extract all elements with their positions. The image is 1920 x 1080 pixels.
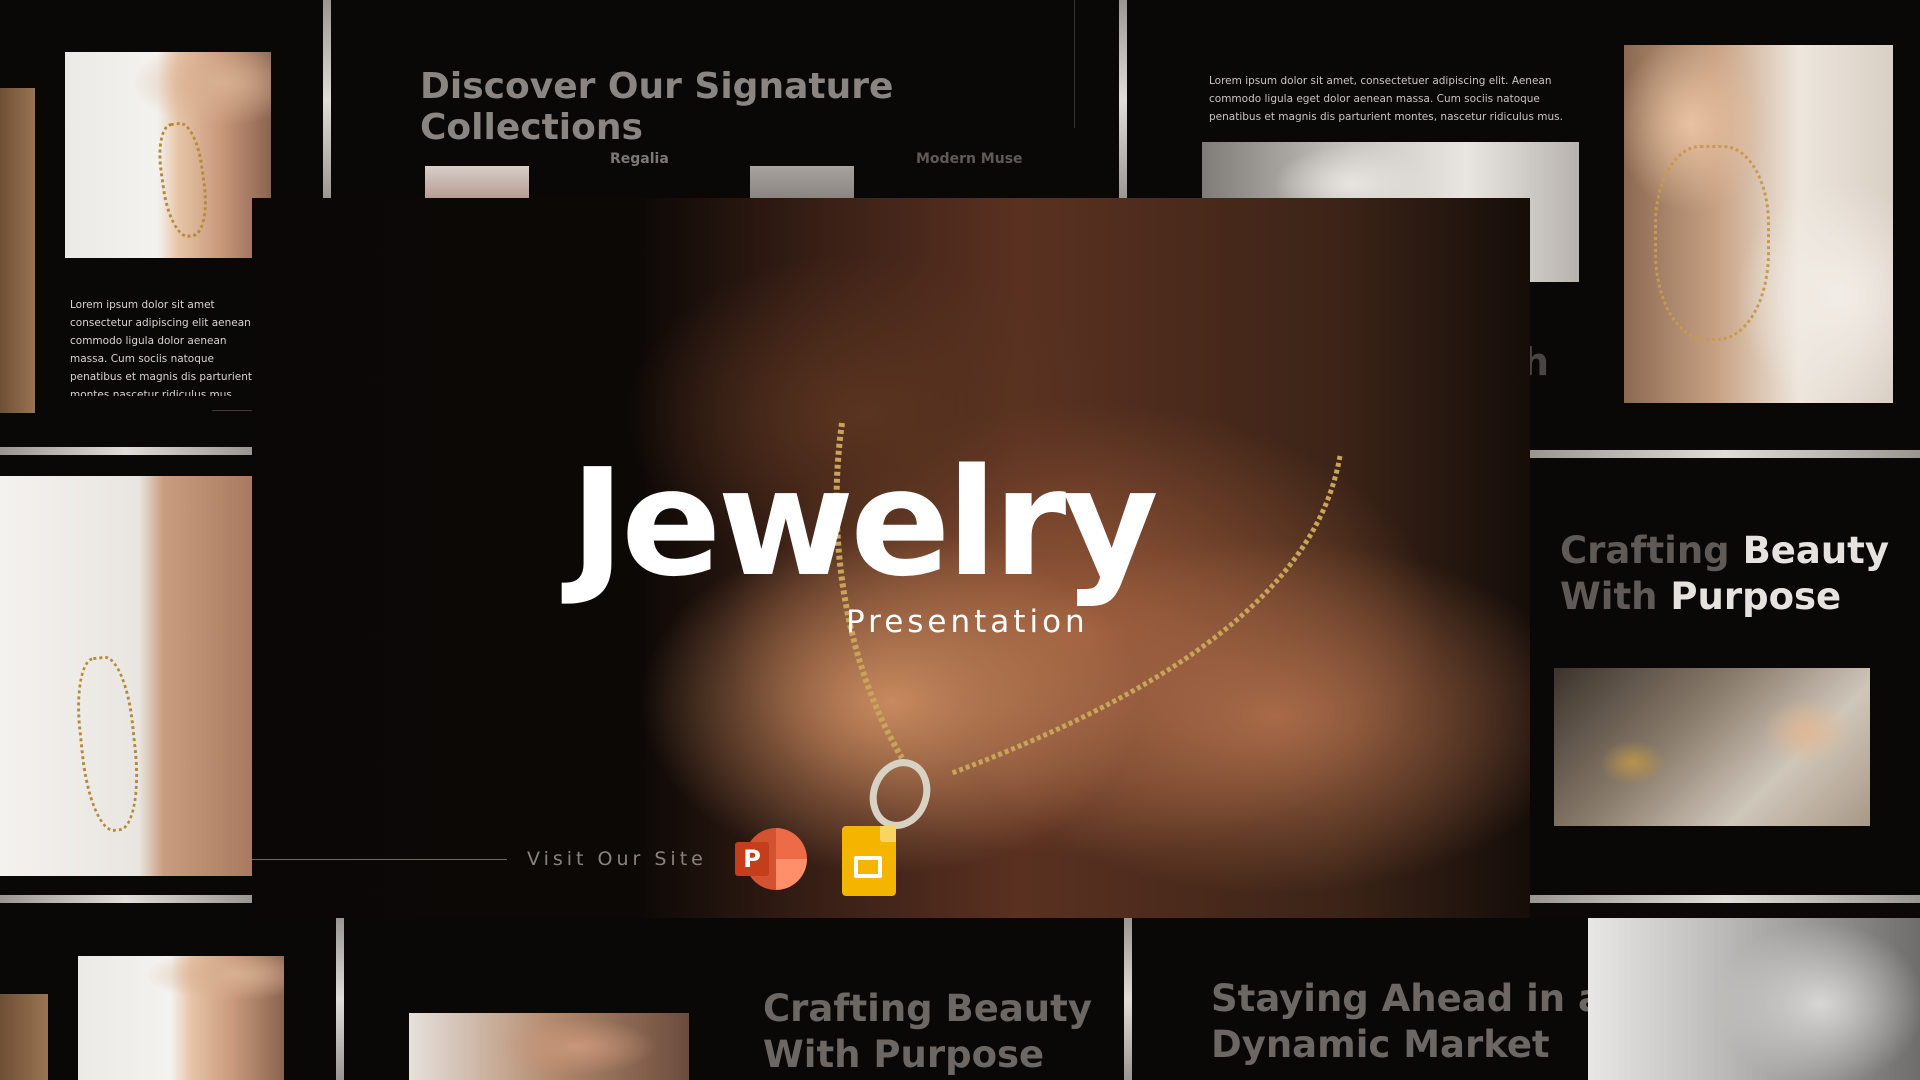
slide-thumb-top-center: Discover Our Signature Collections Regal… — [332, 0, 1118, 200]
photo-woman-hand-face — [409, 1013, 689, 1080]
slide-border — [323, 0, 331, 200]
powerpoint-letter: P — [735, 842, 769, 876]
photo-woman-necklace — [1624, 45, 1893, 403]
crafting-title-bottom: Crafting Beauty With Purpose — [763, 986, 1092, 1078]
staying-ahead-title: Staying Ahead in a Dynamic Market — [1211, 976, 1603, 1068]
photo-modern-muse-thumb — [750, 166, 854, 200]
title-line: With Purpose — [763, 1033, 1045, 1076]
title-line: Staying Ahead in a — [1211, 977, 1603, 1020]
photo-jeweler-hands — [1554, 668, 1870, 826]
title-word-light: With — [1560, 575, 1658, 618]
title-line: Crafting Beauty — [763, 987, 1092, 1030]
slide-border — [1119, 0, 1127, 200]
slide-thumb-bottom-right: Staying Ahead in a Dynamic Market — [1133, 918, 1920, 1080]
title-word-bold: Beauty — [1742, 529, 1889, 572]
slide-border — [1530, 450, 1920, 458]
photo-wrist-bracelet-large — [0, 476, 252, 876]
slide-thumb-left-mid — [0, 456, 252, 894]
visit-site-link[interactable]: Visit Our Site — [527, 848, 707, 870]
hero-subtitle: Presentation — [846, 604, 1089, 640]
title-line: Dynamic Market — [1211, 1023, 1550, 1066]
title-word-light: Crafting — [1560, 529, 1730, 572]
hero-slide: Jewelry Presentation Visit Our Site P — [252, 198, 1530, 918]
cta-divider — [252, 859, 507, 860]
slide-border — [336, 918, 344, 1080]
title-word-bold: Purpose — [1670, 575, 1842, 618]
slide-thumb-bottom-left — [0, 904, 335, 1080]
crafting-title-right: Crafting Beauty With Purpose — [1560, 528, 1889, 620]
slide-border — [1530, 895, 1920, 903]
slide-thumb-right-mid: Crafting Beauty With Purpose — [1530, 458, 1920, 894]
hero-title: Jewelry — [570, 437, 1159, 609]
lorem-body-left: Lorem ipsum dolor sit amet consectetur a… — [70, 299, 253, 396]
collection-label-modern-muse: Modern Muse — [916, 151, 1023, 167]
lorem-body-top-right: Lorem ipsum dolor sit amet, consectetuer… — [1209, 75, 1563, 123]
slide-border — [0, 895, 252, 903]
photo-regalia-thumb — [425, 166, 529, 200]
slide-border — [1124, 918, 1132, 1080]
google-slides-icon[interactable] — [842, 826, 896, 896]
slide-thumb-bottom-center: Crafting Beauty With Purpose — [345, 918, 1123, 1080]
slide-border — [0, 447, 252, 455]
photo-edge-left — [0, 88, 35, 413]
signature-collections-title: Discover Our Signature Collections — [420, 66, 894, 148]
photo-edge-bottom-left — [0, 994, 48, 1080]
photo-wrist-bottom — [78, 956, 284, 1080]
powerpoint-icon[interactable]: P — [735, 828, 807, 893]
photo-woman-profile — [1588, 918, 1920, 1080]
photo-wrist-bracelet — [65, 52, 271, 258]
collection-label-regalia: Regalia — [610, 151, 669, 167]
